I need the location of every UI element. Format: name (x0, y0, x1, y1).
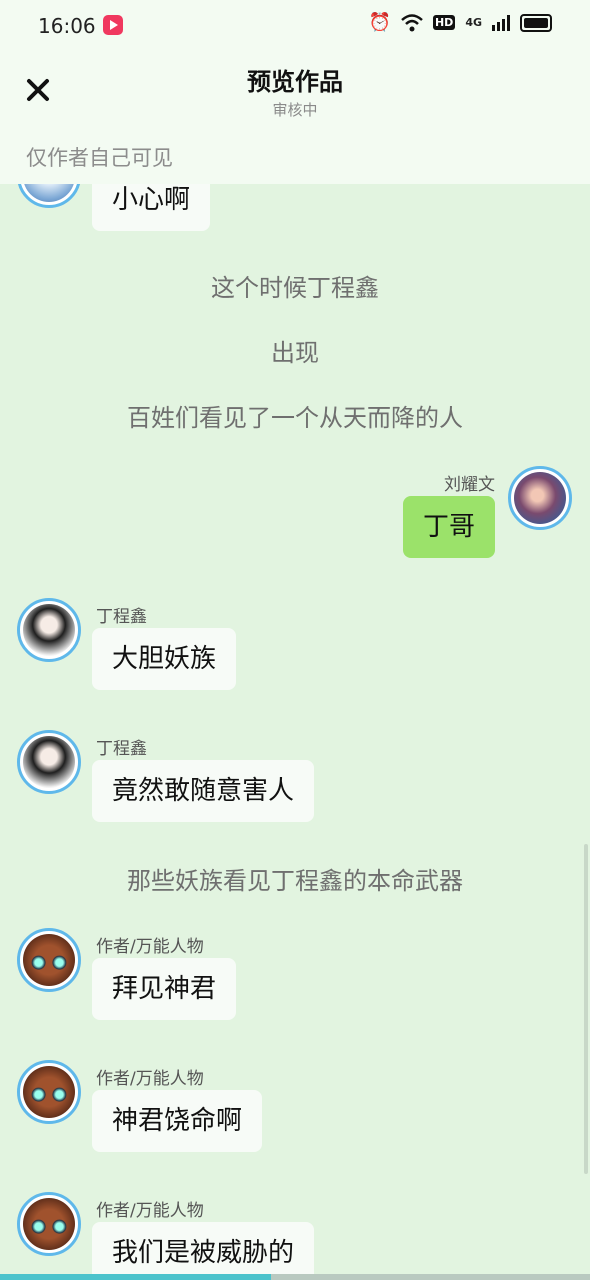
avatar[interactable] (17, 730, 81, 794)
wifi-icon (401, 13, 423, 31)
page-title: 预览作品 (247, 68, 343, 96)
message-bubble[interactable]: 大胆妖族 (92, 628, 237, 690)
visibility-note: 仅作者自己可见 (26, 146, 173, 170)
message-bubble[interactable]: 神君饶命啊 (92, 1090, 263, 1152)
message-bubble[interactable]: 我们是被威胁的 (92, 1222, 315, 1280)
status-icons: ⏰ HD 4G (369, 12, 552, 33)
sender-name: 丁程鑫 (96, 739, 147, 759)
network-label: 4G (465, 16, 482, 29)
narration-text: 百姓们看见了一个从天而降的人 (127, 404, 463, 432)
avatar[interactable] (17, 1192, 81, 1256)
signal-icon (492, 14, 510, 31)
chat-area[interactable]: 小心啊 这个时候丁程鑫 出现 百姓们看见了一个从天而降的人 刘耀文 丁哥 丁程鑫… (0, 184, 590, 1280)
avatar[interactable] (17, 928, 81, 992)
message-bubble[interactable]: 小心啊 (92, 184, 211, 231)
sender-name: 刘耀文 (444, 475, 495, 495)
narration-text: 那些妖族看见丁程鑫的本命武器 (127, 867, 463, 895)
avatar[interactable] (17, 184, 81, 208)
narration-text: 出现 (271, 339, 319, 367)
battery-icon (520, 13, 552, 32)
message-bubble[interactable]: 拜见神君 (92, 958, 237, 1020)
header-area: 16:06 ⏰ HD 4G 预览作品 审核中 仅作者自己可见 (0, 0, 590, 184)
message-bubble[interactable]: 丁哥 (403, 496, 496, 558)
avatar[interactable] (17, 1060, 81, 1124)
alarm-icon: ⏰ (368, 12, 391, 33)
sender-name: 作者/万能人物 (96, 937, 204, 957)
progress-fill (0, 1274, 272, 1280)
progress-bar (0, 1274, 590, 1280)
narration-text: 这个时候丁程鑫 (211, 274, 379, 302)
avatar[interactable] (17, 598, 81, 662)
sender-name: 作者/万能人物 (96, 1069, 204, 1089)
scrollbar[interactable] (584, 844, 588, 1174)
sender-name: 丁程鑫 (96, 607, 147, 627)
hd-icon: HD (432, 15, 456, 30)
message-bubble[interactable]: 竟然敢随意害人 (92, 760, 315, 822)
review-status: 审核中 (272, 101, 318, 119)
avatar[interactable] (508, 466, 572, 530)
video-app-icon (103, 15, 123, 35)
status-time: 16:06 (38, 14, 96, 38)
sender-name: 作者/万能人物 (96, 1201, 204, 1221)
